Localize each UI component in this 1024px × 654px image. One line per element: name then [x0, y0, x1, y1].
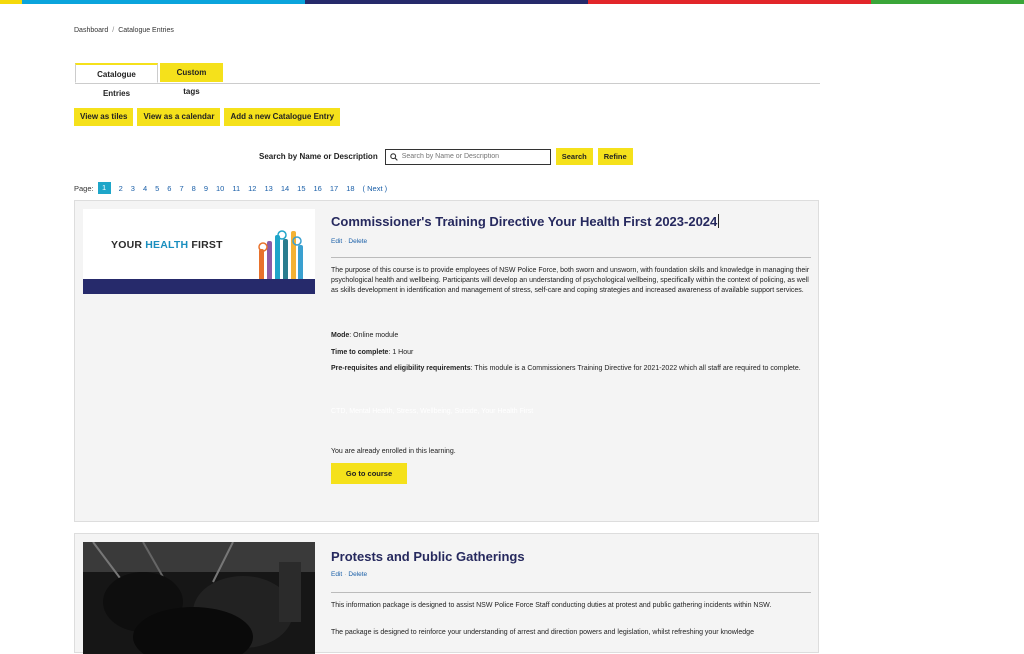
brand-color-bar [0, 0, 1024, 4]
search-box[interactable] [384, 148, 551, 165]
pagination-label: Page: [74, 183, 94, 193]
thumbnail-logo-text: YOUR HEALTH FIRST [111, 239, 223, 251]
refine-button[interactable]: Refine [597, 148, 633, 165]
search-input[interactable] [397, 153, 542, 160]
delete-link[interactable]: Delete [348, 238, 367, 245]
color-segment-yellow [0, 0, 22, 4]
search-icon [389, 152, 398, 161]
add-catalogue-entry-button[interactable]: Add a new Catalogue Entry [224, 108, 341, 126]
page-link[interactable]: 14 [281, 184, 289, 193]
entry-thumbnail[interactable]: YOUR HEALTH FIRST [83, 209, 315, 294]
protest-photo-image [83, 542, 315, 654]
catalogue-entry-card: Protests and Public Gatherings Edit · Dele… [74, 533, 819, 654]
search-label: Search by Name or Description [259, 152, 378, 161]
page-link[interactable]: 11 [232, 184, 240, 193]
page-link[interactable]: 13 [264, 184, 272, 193]
entry-tags: CTD, Mental Health, Stress, Wellbeing, S… [331, 408, 534, 415]
breadcrumb-separator: / [112, 27, 115, 34]
go-to-course-button[interactable]: Go to course [331, 463, 407, 484]
page-link[interactable]: 18 [346, 184, 354, 193]
thumbnail-band [83, 279, 315, 294]
page-link[interactable]: 3 [131, 184, 135, 193]
tab-catalogue-entries[interactable]: Catalogue Entries [75, 63, 158, 98]
action-separator: · [344, 238, 347, 245]
action-separator: · [344, 571, 347, 578]
page-link[interactable]: 10 [216, 184, 224, 193]
page-link[interactable]: 5 [155, 184, 159, 193]
entry-actions: Edit · Delete [331, 571, 367, 578]
page-link[interactable]: 6 [167, 184, 171, 193]
next-page-link[interactable]: ( Next ) [363, 184, 388, 193]
pagination: Page: 1 2 3 4 5 6 7 8 9 10 11 12 13 14 1… [74, 182, 387, 194]
divider [331, 257, 811, 258]
breadcrumb-catalogue-entries: Catalogue Entries [118, 27, 174, 34]
page-link[interactable]: 17 [330, 184, 338, 193]
divider [331, 592, 811, 593]
search-button[interactable]: Search [555, 148, 593, 165]
color-segment-navy [305, 0, 588, 4]
page-link[interactable]: 9 [204, 184, 208, 193]
search-bar: Search by Name or Description Search Ref… [259, 148, 633, 165]
entry-description: This information package is designed to … [331, 602, 772, 609]
text-cursor [718, 214, 720, 228]
view-as-calendar-button[interactable]: View as a calendar [137, 108, 221, 126]
view-button-row: View as tiles View as a calendar Add a n… [74, 108, 341, 126]
entry-title[interactable]: Commissioner's Training Directive Your H… [331, 214, 720, 229]
page-link[interactable]: 8 [192, 184, 196, 193]
edit-link[interactable]: Edit [331, 571, 342, 578]
page-link[interactable]: 7 [179, 184, 183, 193]
page-link[interactable]: 12 [248, 184, 256, 193]
page-link[interactable]: 4 [143, 184, 147, 193]
tab-custom-tags[interactable]: Custom tags [160, 63, 223, 96]
entry-title[interactable]: Protests and Public Gatherings [331, 549, 525, 564]
entry-actions: Edit · Delete [331, 238, 367, 245]
entry-thumbnail[interactable] [83, 542, 315, 654]
page-link[interactable]: 16 [314, 184, 322, 193]
edit-link[interactable]: Edit [331, 238, 342, 245]
raised-hands-illustration [258, 230, 303, 283]
tab-bar: Catalogue Entries Custom tags [75, 63, 820, 98]
color-segment-red [588, 0, 871, 4]
view-as-tiles-button[interactable]: View as tiles [74, 108, 134, 126]
color-segment-blue [22, 0, 305, 4]
page-link-current[interactable]: 1 [97, 182, 111, 194]
delete-link[interactable]: Delete [348, 571, 367, 578]
entry-prerequisites: Pre-requisites and eligibility requireme… [331, 365, 801, 372]
breadcrumb: Dashboard / Catalogue Entries [74, 27, 174, 34]
enrolled-status: You are already enrolled in this learnin… [331, 448, 456, 455]
color-segment-green [871, 0, 1024, 4]
page-link[interactable]: 15 [297, 184, 305, 193]
entry-time-to-complete: Time to complete: 1 Hour [331, 349, 414, 356]
breadcrumb-dashboard[interactable]: Dashboard [74, 27, 108, 34]
entry-description: The purpose of this course is to provide… [331, 267, 810, 294]
entry-mode: Mode: Online module [331, 332, 399, 339]
page-link[interactable]: 2 [119, 184, 123, 193]
catalogue-entry-card: YOUR HEALTH FIRST Commissioner's Trainin… [74, 200, 819, 522]
